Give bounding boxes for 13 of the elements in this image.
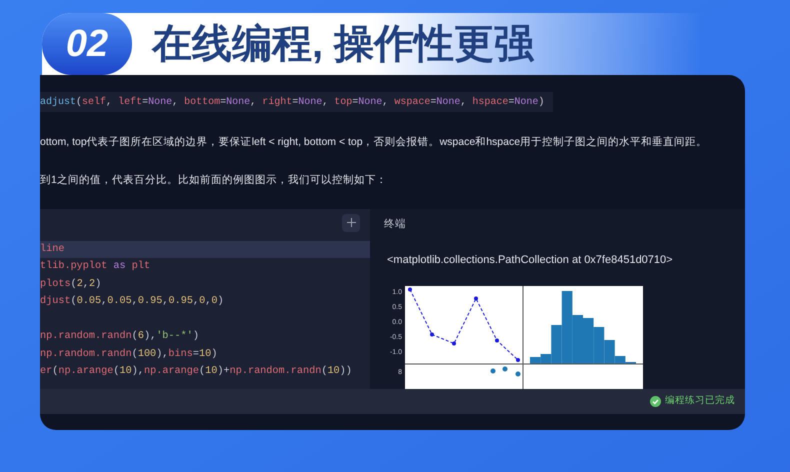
terminal-title: 终端 — [384, 216, 407, 232]
paragraph: ottom, top代表子图所在区域的边界，要保证left < right, bottom < top，否则会报错。wspace和hspace用于控制子图之间的水平和垂直间距。 — [40, 135, 708, 150]
paragraph: 到1之间的值，代表百分比。比如前面的例图图示，我们可以控制如下： — [40, 172, 388, 188]
number-badge: 02 — [42, 13, 132, 75]
move-button[interactable] — [342, 214, 360, 232]
move-icon — [346, 218, 356, 227]
banner-title: 在线编程, 操作性更强 — [152, 21, 534, 68]
histogram-bar — [583, 318, 594, 364]
scatter-point — [490, 368, 496, 374]
scatter-point — [516, 371, 520, 376]
terminal-output: <matplotlib.collections.PathCollection at 0x7fe8451d0710> — [387, 253, 674, 268]
status-text: 编程练习已完成 — [665, 394, 735, 408]
scatter-point — [502, 366, 508, 372]
